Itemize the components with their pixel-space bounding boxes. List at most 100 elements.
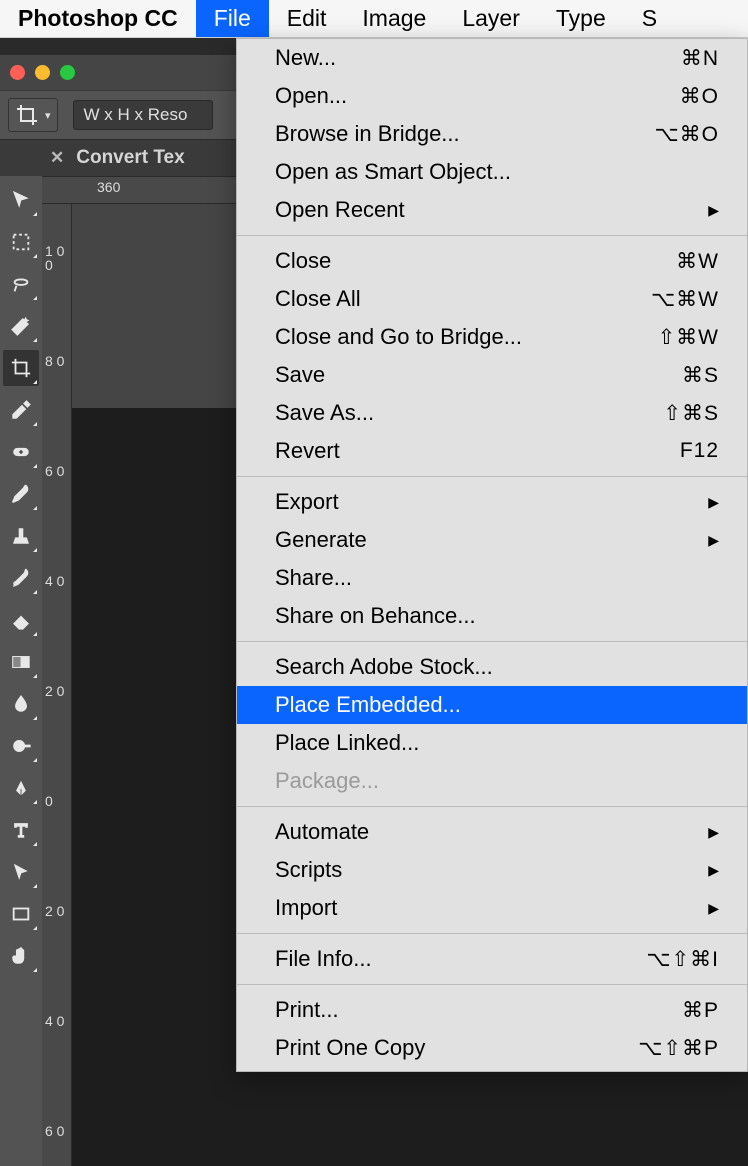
menu-item-shortcut: ⌥⌘W	[651, 287, 719, 312]
menu-item-open-recent[interactable]: Open Recent▶	[237, 191, 747, 229]
menu-item-label: Generate	[275, 527, 708, 553]
menu-item-label: Share on Behance...	[275, 603, 719, 629]
lasso-tool[interactable]	[3, 266, 39, 302]
menu-item-shortcut: ⌥⌘O	[654, 122, 719, 147]
menu-item-scripts[interactable]: Scripts▶	[237, 851, 747, 889]
menu-item-label: Save	[275, 362, 682, 388]
menu-item-save[interactable]: Save⌘S	[237, 356, 747, 394]
menu-item-print[interactable]: Print...⌘P	[237, 991, 747, 1029]
submenu-arrow-icon: ▶	[708, 202, 719, 219]
menu-item-label: Browse in Bridge...	[275, 121, 654, 147]
menu-item-close-all[interactable]: Close All⌥⌘W	[237, 280, 747, 318]
ruler-tick: 1 0 0	[45, 244, 71, 272]
path-selection-tool[interactable]	[3, 854, 39, 890]
menu-item-share-on-behance[interactable]: Share on Behance...	[237, 597, 747, 635]
menu-item-label: Place Embedded...	[275, 692, 719, 718]
ruler-vertical: 1 0 0 8 0 6 0 4 0 2 0 0 2 0 4 0 6 0	[42, 204, 72, 1166]
menu-item-print-one-copy[interactable]: Print One Copy⌥⇧⌘P	[237, 1029, 747, 1067]
crop-tool-preset[interactable]: ▾	[8, 98, 58, 132]
marquee-tool[interactable]	[3, 224, 39, 260]
menu-item-label: Print One Copy	[275, 1035, 638, 1061]
menu-item-shortcut: ⌥⇧⌘P	[638, 1036, 719, 1061]
eyedropper-tool[interactable]	[3, 392, 39, 428]
menu-item-label: Scripts	[275, 857, 708, 883]
move-tool[interactable]	[3, 182, 39, 218]
ruler-tick: 2 0	[45, 904, 64, 918]
type-tool[interactable]	[3, 812, 39, 848]
menu-item-place-linked[interactable]: Place Linked...	[237, 724, 747, 762]
menu-item-place-embedded[interactable]: Place Embedded...	[237, 686, 747, 724]
submenu-arrow-icon: ▶	[708, 862, 719, 879]
crop-tool[interactable]	[3, 350, 39, 386]
menu-item-label: File Info...	[275, 946, 646, 972]
menu-item-close-and-go-to-bridge[interactable]: Close and Go to Bridge...⇧⌘W	[237, 318, 747, 356]
minimize-window-icon[interactable]	[35, 65, 50, 80]
menu-item-new[interactable]: New...⌘N	[237, 39, 747, 77]
brush-tool[interactable]	[3, 476, 39, 512]
menu-item-import[interactable]: Import▶	[237, 889, 747, 927]
menu-item-file-info[interactable]: File Info...⌥⇧⌘I	[237, 940, 747, 978]
rectangle-tool[interactable]	[3, 896, 39, 932]
menu-item-generate[interactable]: Generate▶	[237, 521, 747, 559]
submenu-arrow-icon: ▶	[708, 900, 719, 917]
menu-item-label: Place Linked...	[275, 730, 719, 756]
menu-item-label: Export	[275, 489, 708, 515]
close-window-icon[interactable]	[10, 65, 25, 80]
pen-tool[interactable]	[3, 770, 39, 806]
ruler-tick: 4 0	[45, 1014, 64, 1028]
submenu-arrow-icon: ▶	[708, 824, 719, 841]
menu-item-export[interactable]: Export▶	[237, 483, 747, 521]
close-tab-icon[interactable]: ✕	[50, 148, 64, 168]
menu-file[interactable]: File	[196, 0, 269, 37]
menu-item-browse-in-bridge[interactable]: Browse in Bridge...⌥⌘O	[237, 115, 747, 153]
eraser-tool[interactable]	[3, 602, 39, 638]
document-tab-label: Convert Tex	[76, 147, 184, 169]
menu-item-shortcut: ⇧⌘W	[658, 325, 719, 350]
menu-layer[interactable]: Layer	[444, 0, 538, 37]
magic-wand-tool[interactable]	[3, 308, 39, 344]
healing-brush-tool[interactable]	[3, 434, 39, 470]
menu-item-save-as[interactable]: Save As...⇧⌘S	[237, 394, 747, 432]
menu-item-shortcut: ⌥⇧⌘I	[646, 947, 719, 972]
ruler-tick: 360	[97, 179, 120, 195]
menu-item-label: Print...	[275, 997, 682, 1023]
ruler-tick: 6 0	[45, 464, 64, 478]
crop-preset-input[interactable]: W x H x Reso	[73, 100, 213, 130]
hand-tool[interactable]	[3, 938, 39, 974]
zoom-window-icon[interactable]	[60, 65, 75, 80]
dodge-tool[interactable]	[3, 728, 39, 764]
menu-item-shortcut: ⌘O	[680, 84, 719, 109]
history-brush-tool[interactable]	[3, 560, 39, 596]
blur-tool[interactable]	[3, 686, 39, 722]
ruler-tick: 8 0	[45, 354, 64, 368]
menu-edit[interactable]: Edit	[269, 0, 345, 37]
menu-item-label: Revert	[275, 438, 680, 464]
submenu-arrow-icon: ▶	[708, 494, 719, 511]
app-title: Photoshop CC	[0, 0, 196, 37]
menu-item-open[interactable]: Open...⌘O	[237, 77, 747, 115]
menu-item-search-adobe-stock[interactable]: Search Adobe Stock...	[237, 648, 747, 686]
file-menu-dropdown: New...⌘NOpen...⌘OBrowse in Bridge...⌥⌘OO…	[236, 38, 748, 1072]
menu-item-shortcut: ⇧⌘S	[663, 401, 719, 426]
gradient-tool[interactable]	[3, 644, 39, 680]
menu-item-label: Close	[275, 248, 676, 274]
menu-item-open-as-smart-object[interactable]: Open as Smart Object...	[237, 153, 747, 191]
menu-bar: Photoshop CC File Edit Image Layer Type …	[0, 0, 748, 38]
menu-item-shortcut: F12	[680, 439, 719, 463]
menu-item-shortcut: ⌘S	[682, 363, 719, 388]
menu-item-close[interactable]: Close⌘W	[237, 242, 747, 280]
menu-image[interactable]: Image	[344, 0, 444, 37]
menu-item-share[interactable]: Share...	[237, 559, 747, 597]
menu-item-automate[interactable]: Automate▶	[237, 813, 747, 851]
tools-panel	[0, 176, 42, 1166]
menu-type[interactable]: Type	[538, 0, 624, 37]
ruler-tick: 0	[45, 794, 53, 808]
menu-item-label: Close and Go to Bridge...	[275, 324, 658, 350]
clone-stamp-tool[interactable]	[3, 518, 39, 554]
menu-overflow[interactable]: S	[624, 0, 675, 37]
menu-item-label: Automate	[275, 819, 708, 845]
ruler-tick: 4 0	[45, 574, 64, 588]
menu-item-label: Import	[275, 895, 708, 921]
menu-item-shortcut: ⌘N	[681, 46, 719, 71]
menu-item-revert[interactable]: RevertF12	[237, 432, 747, 470]
